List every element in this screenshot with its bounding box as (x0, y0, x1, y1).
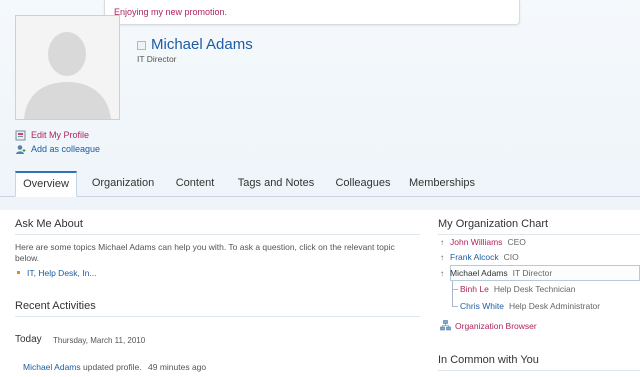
in-common-heading: In Common with You (438, 354, 539, 366)
recent-activities-heading: Recent Activities (15, 300, 96, 312)
up-arrow-icon: ↑ (440, 269, 444, 278)
org-manager-row[interactable]: ↑ John Williams CEO (440, 237, 526, 247)
topic-bullet-icon (17, 271, 20, 274)
tab-colleagues[interactable]: Colleagues (329, 172, 397, 196)
up-arrow-icon: ↑ (440, 238, 444, 247)
ask-me-about-heading: Ask Me About (15, 218, 83, 230)
activity-item: Michael Adams updated profile. 49 minute… (23, 362, 206, 372)
activity-time: 49 minutes ago (148, 362, 207, 372)
org-chart-divider (438, 234, 640, 235)
profile-title: IT Director (137, 54, 177, 64)
org-manager-name[interactable]: Frank Alcock (450, 252, 499, 262)
org-chart-heading: My Organization Chart (438, 218, 549, 230)
profile-name: Michael Adams (151, 36, 253, 53)
org-tree-branch (452, 289, 458, 290)
activity-day-label: Today (15, 334, 42, 345)
org-tree-branch (452, 306, 458, 307)
org-report-role: Help Desk Technician (493, 284, 576, 294)
person-silhouette-icon (16, 16, 119, 119)
recent-activities-divider (15, 316, 420, 317)
ask-me-divider (15, 234, 420, 235)
profile-photo (15, 15, 120, 120)
org-report-role: Help Desk Administrator (508, 301, 601, 311)
up-arrow-icon: ↑ (440, 253, 444, 262)
org-self-name: Michael Adams (450, 268, 508, 278)
org-manager-role: CEO (507, 237, 526, 247)
org-tree-line (452, 281, 453, 306)
tab-overview[interactable]: Overview (15, 171, 77, 197)
org-report-row[interactable]: Chris White Help Desk Administrator (460, 301, 600, 311)
add-colleague-label[interactable]: Add as colleague (31, 144, 100, 154)
org-manager-row[interactable]: ↑ Frank Alcock CIO (440, 252, 519, 262)
org-self-row: ↑ Michael Adams IT Director (440, 268, 552, 278)
tabs-underline (0, 196, 640, 197)
edit-profile-icon (15, 130, 26, 141)
tab-organization[interactable]: Organization (86, 172, 160, 196)
status-message[interactable]: Enjoying my new promotion. (114, 7, 227, 17)
edit-profile-link[interactable]: Edit My Profile (15, 129, 89, 141)
tab-tags-and-notes[interactable]: Tags and Notes (230, 172, 322, 196)
org-chart-icon (440, 320, 451, 331)
add-colleague-link[interactable]: Add as colleague (15, 143, 100, 155)
org-report-name[interactable]: Chris White (460, 301, 504, 311)
organization-browser-link[interactable]: Organization Browser (440, 320, 537, 331)
edit-profile-label[interactable]: Edit My Profile (31, 130, 89, 140)
status-message-bubble[interactable]: Enjoying my new promotion. (104, 0, 520, 25)
activity-date: Thursday, March 11, 2010 (53, 336, 146, 345)
ask-me-topic-link[interactable]: IT, Help Desk, In... (27, 268, 96, 278)
in-common-divider (438, 370, 640, 371)
activity-person-link[interactable]: Michael Adams (23, 362, 81, 372)
presence-indicator-icon (137, 41, 146, 50)
activity-text: updated profile. (83, 362, 142, 372)
org-self-role: IT Director (512, 268, 553, 278)
add-person-icon (15, 144, 26, 155)
ask-me-intro: Here are some topics Michael Adams can h… (15, 242, 395, 263)
org-manager-role: CIO (503, 252, 519, 262)
tab-content[interactable]: Content (168, 172, 222, 196)
org-manager-name[interactable]: John Williams (450, 237, 502, 247)
org-report-name[interactable]: Binh Le (460, 284, 489, 294)
organization-browser-label[interactable]: Organization Browser (455, 321, 537, 331)
tab-memberships[interactable]: Memberships (404, 172, 480, 196)
org-report-row[interactable]: Binh Le Help Desk Technician (460, 284, 575, 294)
